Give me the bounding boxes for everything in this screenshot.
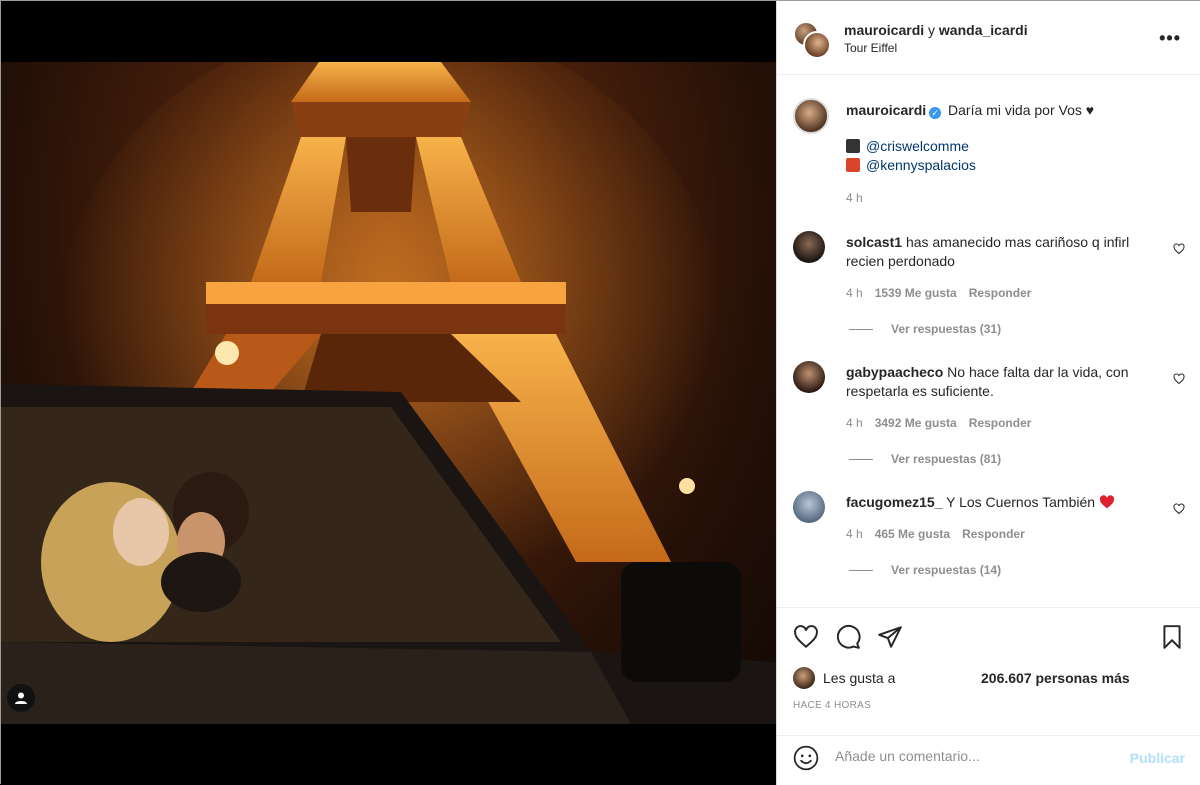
view-replies[interactable]: Ver respuestas (31): [849, 322, 1001, 336]
mention-line-1: @criswelcomme: [846, 138, 969, 154]
reply-button[interactable]: Responder: [969, 286, 1032, 300]
comment-meta: 4 h 3492 Me gusta Responder: [846, 416, 1043, 430]
header-username-1[interactable]: mauroicardi: [844, 22, 924, 38]
comment-username[interactable]: gabypaacheco: [846, 364, 943, 380]
comment-body: gabypaacheco No hace falta dar la vida, …: [846, 363, 1146, 401]
avatar[interactable]: [793, 667, 815, 689]
header-username-2[interactable]: wanda_icardi: [939, 22, 1028, 38]
comment-time[interactable]: 4 h: [846, 416, 863, 430]
caption-time[interactable]: 4 h: [846, 191, 863, 205]
caption-heart: ♥: [1085, 102, 1095, 118]
comment-body: solcast1 has amanecido mas cariñoso q in…: [846, 233, 1146, 271]
instagram-post-modal: mauroicardi y wanda_icardi Tour Eiffel •…: [0, 0, 1200, 785]
comments-list[interactable]: mauroicardi ✓ Daría mi vida por Vos ♥ @cr…: [777, 76, 1200, 607]
add-comment-bar: Publicar: [777, 735, 1200, 785]
bookmark-icon[interactable]: [1159, 624, 1185, 650]
post-timestamp[interactable]: HACE 4 HORAS: [793, 700, 871, 711]
post-photo[interactable]: [1, 62, 776, 724]
header-conjunction: y: [928, 22, 936, 38]
divider: [849, 329, 873, 331]
view-replies-label: Ver respuestas (14): [891, 563, 1002, 577]
post-actions: Les gusta a 206.607 personas más HACE 4 …: [777, 607, 1200, 735]
heart-icon[interactable]: [1173, 243, 1185, 255]
user-tag-icon[interactable]: [7, 684, 35, 712]
avatar[interactable]: [793, 491, 825, 523]
mention-link[interactable]: @kennyspalacios: [866, 157, 976, 173]
mention-link[interactable]: @criswelcomme: [866, 138, 969, 154]
comment-likes[interactable]: 1539 Me gusta: [875, 286, 957, 300]
reply-button[interactable]: Responder: [962, 527, 1025, 541]
avatar[interactable]: [793, 231, 825, 263]
heart-icon[interactable]: [1173, 373, 1185, 385]
view-replies[interactable]: Ver respuestas (81): [849, 452, 1001, 466]
caption: mauroicardi ✓ Daría mi vida por Vos ♥: [846, 101, 1176, 119]
post-side-panel: mauroicardi y wanda_icardi Tour Eiffel •…: [776, 1, 1200, 785]
view-replies[interactable]: Ver respuestas (14): [849, 563, 1001, 577]
mention-line-2: @kennyspalacios: [846, 157, 976, 173]
header-usernames: mauroicardi y wanda_icardi: [844, 22, 1028, 38]
likes-count[interactable]: 206.607 personas más: [981, 670, 1130, 686]
comment-input[interactable]: [835, 748, 1115, 764]
comment-meta: 4 h 465 Me gusta Responder: [846, 527, 1037, 541]
photo-pane: [1, 1, 776, 785]
comment-likes[interactable]: 3492 Me gusta: [875, 416, 957, 430]
comment-username[interactable]: facugomez15_: [846, 494, 942, 510]
publish-button[interactable]: Publicar: [1130, 750, 1185, 766]
eiffel-tower-scene: [1, 62, 776, 724]
location-link[interactable]: Tour Eiffel: [844, 41, 897, 55]
likes-label: Les gusta a: [823, 670, 896, 686]
smile-icon[interactable]: [793, 745, 819, 771]
comment-body: facugomez15_ Y Los Cuernos También: [846, 493, 1146, 512]
camera-icon: [846, 139, 860, 153]
heart-icon[interactable]: [1173, 503, 1185, 515]
header-avatars[interactable]: [793, 21, 831, 59]
heart-icon[interactable]: [793, 624, 819, 650]
caption-username[interactable]: mauroicardi: [846, 102, 926, 118]
comment-likes[interactable]: 465 Me gusta: [875, 527, 950, 541]
reply-button[interactable]: Responder: [969, 416, 1032, 430]
comment-time[interactable]: 4 h: [846, 527, 863, 541]
more-icon[interactable]: •••: [1159, 29, 1181, 47]
comment-text: Y Los Cuernos También: [946, 494, 1096, 510]
comment-username[interactable]: solcast1: [846, 234, 902, 250]
caption-text: Daría mi vida por Vos: [948, 102, 1082, 118]
verified-icon: ✓: [929, 107, 942, 119]
share-icon[interactable]: [877, 624, 903, 650]
comment-meta: 4 h 1539 Me gusta Responder: [846, 286, 1043, 300]
avatar[interactable]: [793, 361, 825, 393]
view-replies-label: Ver respuestas (81): [891, 452, 1002, 466]
post-header: mauroicardi y wanda_icardi Tour Eiffel •…: [777, 1, 1200, 75]
view-replies-label: Ver respuestas (31): [891, 322, 1002, 336]
red-heart-icon: [1099, 495, 1114, 509]
comment-icon[interactable]: [835, 624, 861, 650]
comment-time[interactable]: 4 h: [846, 286, 863, 300]
divider: [849, 459, 873, 461]
person-icon: [846, 158, 860, 172]
avatar[interactable]: [803, 31, 831, 59]
divider: [849, 570, 873, 572]
caption-avatar[interactable]: [793, 98, 829, 134]
